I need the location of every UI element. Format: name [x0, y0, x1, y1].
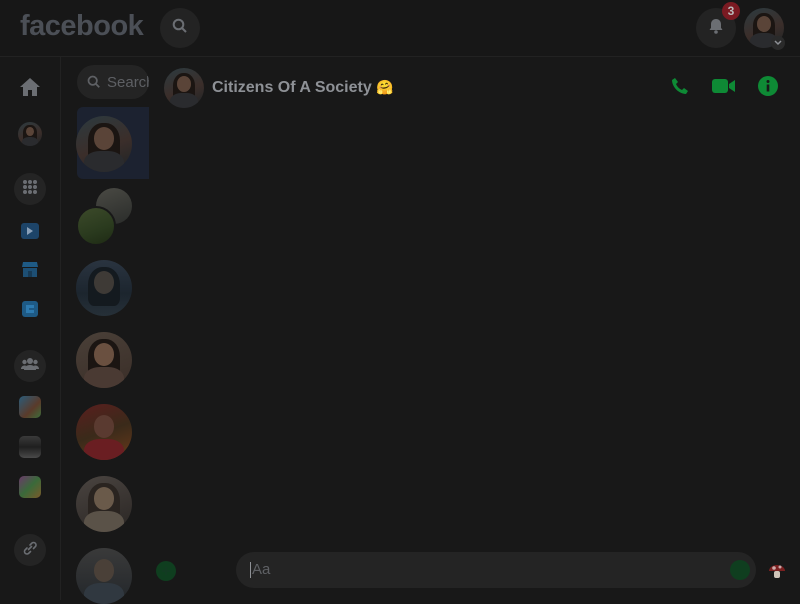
group-member-avatar — [76, 206, 116, 246]
conversation-header: Citizens Of A Society 🤗 — [149, 57, 800, 121]
message-thread — [149, 121, 800, 546]
play-icon — [21, 223, 39, 239]
grid-icon — [22, 179, 38, 200]
group-thumbnail — [19, 476, 41, 498]
conversation-title[interactable]: Citizens Of A Society 🤗 — [212, 79, 394, 97]
bell-icon — [707, 17, 725, 40]
conversation-avatar[interactable] — [76, 476, 132, 532]
watch-button[interactable] — [14, 215, 46, 247]
facebook-logo[interactable]: facebook — [20, 10, 144, 43]
conversation-avatar[interactable] — [76, 404, 132, 460]
group-shortcut-3[interactable] — [14, 471, 46, 503]
link-button[interactable] — [14, 534, 46, 566]
audio-call-button[interactable] — [667, 75, 693, 101]
gaming-icon — [21, 300, 39, 323]
more-actions-button[interactable] — [156, 561, 176, 581]
group-thumbnail — [19, 436, 41, 458]
group-thumbnail — [19, 396, 41, 418]
left-navigation-rail — [0, 57, 61, 600]
conversation-avatar[interactable] — [76, 548, 132, 604]
message-input-placeholder: Aa — [250, 561, 271, 578]
notification-count-badge: 3 — [722, 2, 740, 20]
conversation-info-button[interactable] — [755, 75, 781, 101]
home-button[interactable] — [14, 73, 46, 105]
send-reaction-button[interactable] — [766, 560, 788, 582]
conversation-avatar[interactable] — [76, 260, 132, 316]
phone-icon — [670, 76, 690, 101]
profile-shortcut-avatar[interactable] — [18, 122, 42, 146]
conversation-title-text: Citizens Of A Society — [212, 79, 372, 96]
search-icon — [87, 75, 101, 89]
video-camera-icon — [712, 78, 736, 99]
top-navigation-bar: facebook 3 — [0, 0, 800, 57]
home-icon — [19, 77, 41, 102]
gaming-button[interactable] — [14, 295, 46, 327]
reaction-icon — [766, 565, 788, 586]
messenger-search-field[interactable]: Search Messenger — [77, 65, 149, 99]
group-shortcut-2[interactable] — [14, 431, 46, 463]
conversation-title-emoji: 🤗 — [376, 79, 394, 95]
marketplace-button[interactable] — [14, 255, 46, 287]
message-input[interactable]: Aa — [236, 552, 756, 588]
conversation-avatar[interactable] — [76, 332, 132, 388]
search-icon — [172, 18, 188, 39]
account-menu-chevron-icon[interactable] — [771, 36, 785, 50]
info-icon — [758, 75, 778, 101]
conversation-header-avatar[interactable] — [164, 68, 204, 108]
plus-icon — [156, 561, 176, 581]
conversation-avatar[interactable] — [76, 116, 132, 172]
group-shortcut-1[interactable] — [14, 391, 46, 423]
menu-apps-button[interactable] — [14, 173, 46, 205]
emoji-picker-icon[interactable] — [730, 560, 750, 580]
video-call-button[interactable] — [711, 75, 737, 101]
link-icon — [22, 540, 38, 561]
conversation-list: Search Messenger — [61, 57, 149, 604]
search-button[interactable] — [160, 8, 200, 48]
shop-icon — [21, 260, 39, 283]
groups-icon — [21, 357, 39, 376]
search-placeholder: Search Messenger — [107, 73, 149, 91]
groups-button[interactable] — [14, 350, 46, 382]
